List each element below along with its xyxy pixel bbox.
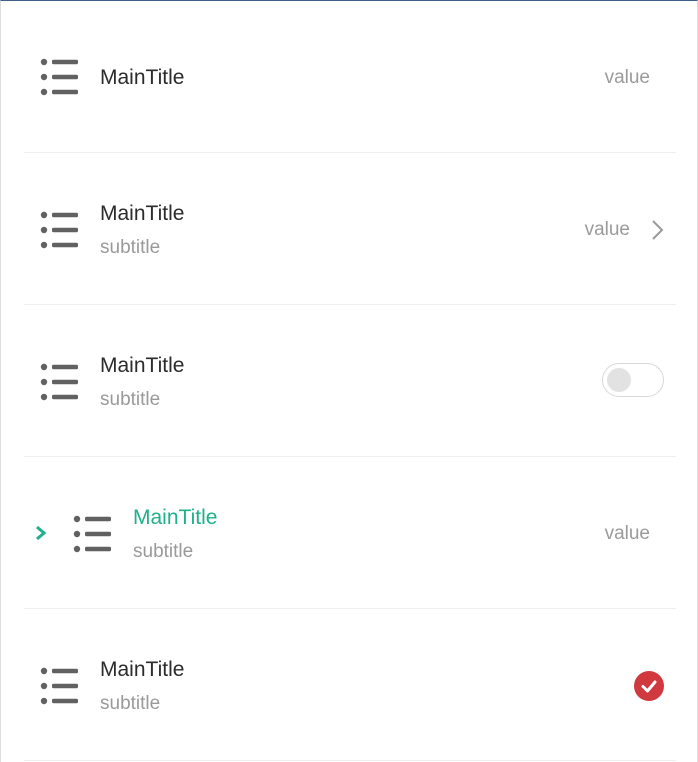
item-title: MainTitle [100, 658, 185, 681]
check-icon[interactable] [634, 671, 664, 701]
list-icon [40, 362, 80, 402]
list-icon [40, 666, 80, 706]
toggle-knob [607, 368, 631, 392]
item-subtitle: subtitle [100, 389, 161, 410]
item-subtitle: subtitle [100, 693, 161, 714]
item-value: value [604, 523, 650, 544]
list-panel: MainTitle value MainTitle subtitle value [0, 0, 698, 762]
settings-list: MainTitle value MainTitle subtitle value [24, 1, 676, 761]
item-title: MainTitle [100, 354, 185, 377]
item-subtitle: subtitle [100, 237, 161, 258]
item-title: MainTitle [100, 202, 185, 225]
list-item[interactable]: MainTitle subtitle [24, 609, 676, 761]
list-item[interactable]: MainTitle value [24, 1, 676, 153]
list-item[interactable]: MainTitle subtitle [24, 305, 676, 457]
item-subtitle: subtitle [133, 541, 194, 562]
item-title: MainTitle [133, 506, 218, 529]
toggle-switch[interactable] [602, 363, 664, 397]
item-value: value [584, 219, 630, 240]
chevron-right-icon[interactable] [34, 524, 48, 542]
chevron-right-icon[interactable] [648, 218, 668, 242]
list-item[interactable]: MainTitle subtitle value [24, 153, 676, 305]
list-icon [40, 57, 80, 97]
list-icon [40, 210, 80, 250]
list-icon [73, 514, 113, 554]
item-title: MainTitle [100, 66, 185, 89]
list-item[interactable]: MainTitle subtitle value [24, 457, 676, 609]
item-value: value [604, 67, 650, 88]
